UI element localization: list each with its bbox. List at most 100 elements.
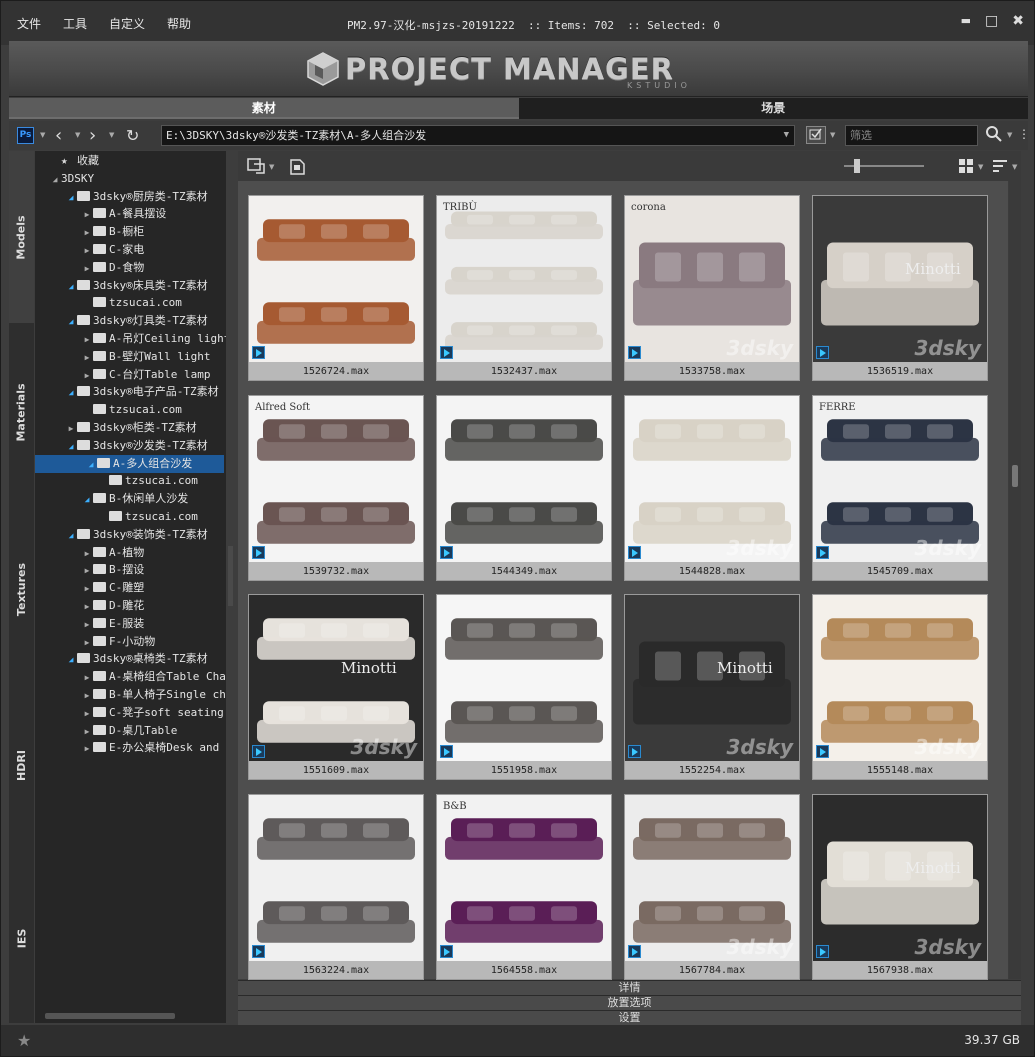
expand-arrow-icon[interactable]: ◢ [65,651,77,669]
tree-item[interactable]: ▶ B-单人椅子Single chair [81,686,226,704]
panel-placement-options[interactable]: 放置选项 [238,995,1021,1010]
view-dropdown-icon[interactable]: ▼ [978,163,983,171]
asset-thumbnail[interactable]: Minotti 3dsky 1552254.max [624,594,800,780]
asset-thumbnail[interactable]: Alfred Soft 1539732.max [248,395,424,581]
zoom-slider-thumb[interactable] [854,159,860,173]
path-field[interactable]: E:\3DSKY\3dsky®沙发类-TZ素材\A-多人组合沙发 ▼ [161,125,795,146]
sort-dropdown-icon[interactable]: ▼ [1012,163,1017,171]
side-tab-models[interactable]: Models [9,151,34,323]
collapse-arrow-icon[interactable]: ▶ [65,420,77,438]
asset-thumbnail[interactable]: FERRE 3dsky 1545709.max [812,395,988,581]
tree-item[interactable]: ▶ B-橱柜 [81,223,145,242]
tree-item[interactable]: ▶ A-吊灯Ceiling light [81,330,226,348]
tree-item[interactable]: ◢ 3dsky®桌椅类-TZ素材 [65,650,208,668]
forward-icon[interactable]: › [89,125,96,146]
tree-item[interactable]: ▶ D-桌几Table [81,722,178,741]
collapse-arrow-icon[interactable]: ▶ [81,723,93,741]
favorite-star-icon[interactable]: ★ [17,1031,31,1050]
tree-item[interactable]: ▶ E-办公桌椅Desk and chair [81,739,226,757]
tree-item[interactable]: ▶ D-食物 [81,259,145,277]
tree-item[interactable]: ▶ B-摆设 [81,561,145,580]
menu-customize[interactable]: 自定义 [109,15,145,32]
expand-arrow-icon[interactable]: ◢ [65,384,77,402]
tree-item[interactable]: ▶ D-雕花 [81,597,145,616]
expand-arrow-icon[interactable]: ◢ [85,456,97,474]
collapse-arrow-icon[interactable]: ▶ [81,349,93,367]
search-dropdown-icon[interactable]: ▼ [1007,131,1012,139]
grid-scroll-thumb[interactable] [1012,465,1018,487]
tree-item[interactable]: tzsucai.com [81,294,182,312]
tree-item[interactable]: ◢ 3dsky®装饰类-TZ素材 [65,526,208,544]
menu-file[interactable]: 文件 [17,15,41,32]
back-icon[interactable]: ‹ [55,125,62,146]
tree-item[interactable]: ◢ 3dsky®厨房类-TZ素材 [65,188,208,206]
tree-item-selected[interactable]: ◢ A-多人组合沙发 [35,454,224,474]
maximize-icon[interactable]: □ [985,13,998,29]
path-dropdown-icon[interactable]: ▼ [784,126,789,145]
collapse-arrow-icon[interactable]: ▶ [81,331,93,349]
refresh-icon[interactable]: ↻ [126,126,139,145]
grid-vertical-scrollbar[interactable] [1009,181,1021,979]
expand-arrow-icon[interactable]: ◢ [65,438,77,456]
sort-icon[interactable] [992,158,1008,177]
tree-item[interactable]: ▶ A-桌椅组合Table Chair [81,668,226,686]
ps-dropdown-icon[interactable]: ▼ [40,131,45,139]
asset-thumbnail[interactable]: 1544349.max [436,395,612,581]
filter-toggle-icon[interactable] [806,126,826,144]
side-tab-hdri[interactable]: HDRI [9,679,34,851]
tree-item[interactable]: tzsucai.com [81,401,182,419]
expand-arrow-icon[interactable]: ◢ [65,313,77,331]
tab-assets[interactable]: 素材 [9,98,519,119]
tree-horizontal-scrollbar[interactable] [37,1012,217,1020]
collapse-arrow-icon[interactable]: ▶ [81,598,93,616]
asset-thumbnail[interactable]: 3dsky 1544828.max [624,395,800,581]
zoom-slider[interactable] [844,159,924,173]
photoshop-icon[interactable]: Ps [17,127,34,144]
side-tab-ies[interactable]: IES [9,853,34,1023]
collapse-arrow-icon[interactable]: ▶ [81,687,93,705]
asset-thumbnail[interactable]: TRIBÙ 1532437.max [436,195,612,381]
expand-arrow-icon[interactable]: ◢ [65,527,77,545]
asset-thumbnail[interactable]: Minotti 3dsky 1551609.max [248,594,424,780]
tree-item[interactable]: ▶ C-雕塑 [81,579,145,598]
import-box-icon[interactable] [286,156,308,179]
filter-input[interactable]: 筛选 [845,125,978,146]
grid-view-icon[interactable] [958,158,974,177]
expand-arrow-icon[interactable]: ◢ [65,189,77,207]
filter-dropdown-icon[interactable]: ▼ [830,131,835,139]
sync-dropdown-icon[interactable]: ▼ [269,163,274,171]
collapse-arrow-icon[interactable]: ▶ [81,545,93,563]
expand-arrow-icon[interactable]: ◢ [49,171,61,189]
tree-item[interactable]: ▶ E-服装 [81,615,145,634]
tree-item[interactable]: ◢ B-休闲单人沙发 [81,490,189,508]
tree-item[interactable]: ★ 收藏 [49,152,99,170]
panel-details[interactable]: 详情 [238,980,1021,995]
side-tab-materials[interactable]: Materials [9,325,34,500]
collapse-arrow-icon[interactable]: ▶ [81,224,93,242]
menu-tools[interactable]: 工具 [63,15,87,32]
tree-item[interactable]: ◢ 3dsky®沙发类-TZ素材 [65,437,208,455]
asset-thumbnail[interactable]: corona 3dsky 1533758.max [624,195,800,381]
collapse-arrow-icon[interactable]: ▶ [81,580,93,598]
collapse-arrow-icon[interactable]: ▶ [81,242,93,260]
close-icon[interactable]: ✖ [1012,13,1024,29]
asset-thumbnail[interactable]: 1526724.max [248,195,424,381]
tree-item[interactable]: ▶ 3dsky®柜类-TZ素材 [65,419,197,437]
tree-item[interactable]: tzsucai.com [97,472,198,490]
collapse-arrow-icon[interactable]: ▶ [81,616,93,634]
tree-item[interactable]: ▶ F-小动物 [81,633,156,651]
collapse-arrow-icon[interactable]: ▶ [81,206,93,224]
tree-item[interactable]: ▶ A-餐具摆设 [81,205,167,224]
asset-thumbnail[interactable]: Minotti 3dsky 1567938.max [812,794,988,980]
tree-scroll-thumb[interactable] [45,1013,175,1019]
collapse-arrow-icon[interactable]: ▶ [81,562,93,580]
collapse-arrow-icon[interactable]: ▶ [81,669,93,687]
collapse-arrow-icon[interactable]: ▶ [81,367,93,385]
tree-item[interactable]: tzsucai.com [97,508,198,526]
tree-item[interactable]: ◢ 3dsky®床具类-TZ素材 [65,277,208,295]
tree-item[interactable]: ▶ B-壁灯Wall light [81,348,211,367]
tree-item[interactable]: ▶ C-台灯Table lamp [81,366,211,385]
collapse-arrow-icon[interactable]: ▶ [81,705,93,723]
side-tab-textures[interactable]: Textures [9,502,34,677]
minimize-icon[interactable]: ▬ [961,13,971,29]
